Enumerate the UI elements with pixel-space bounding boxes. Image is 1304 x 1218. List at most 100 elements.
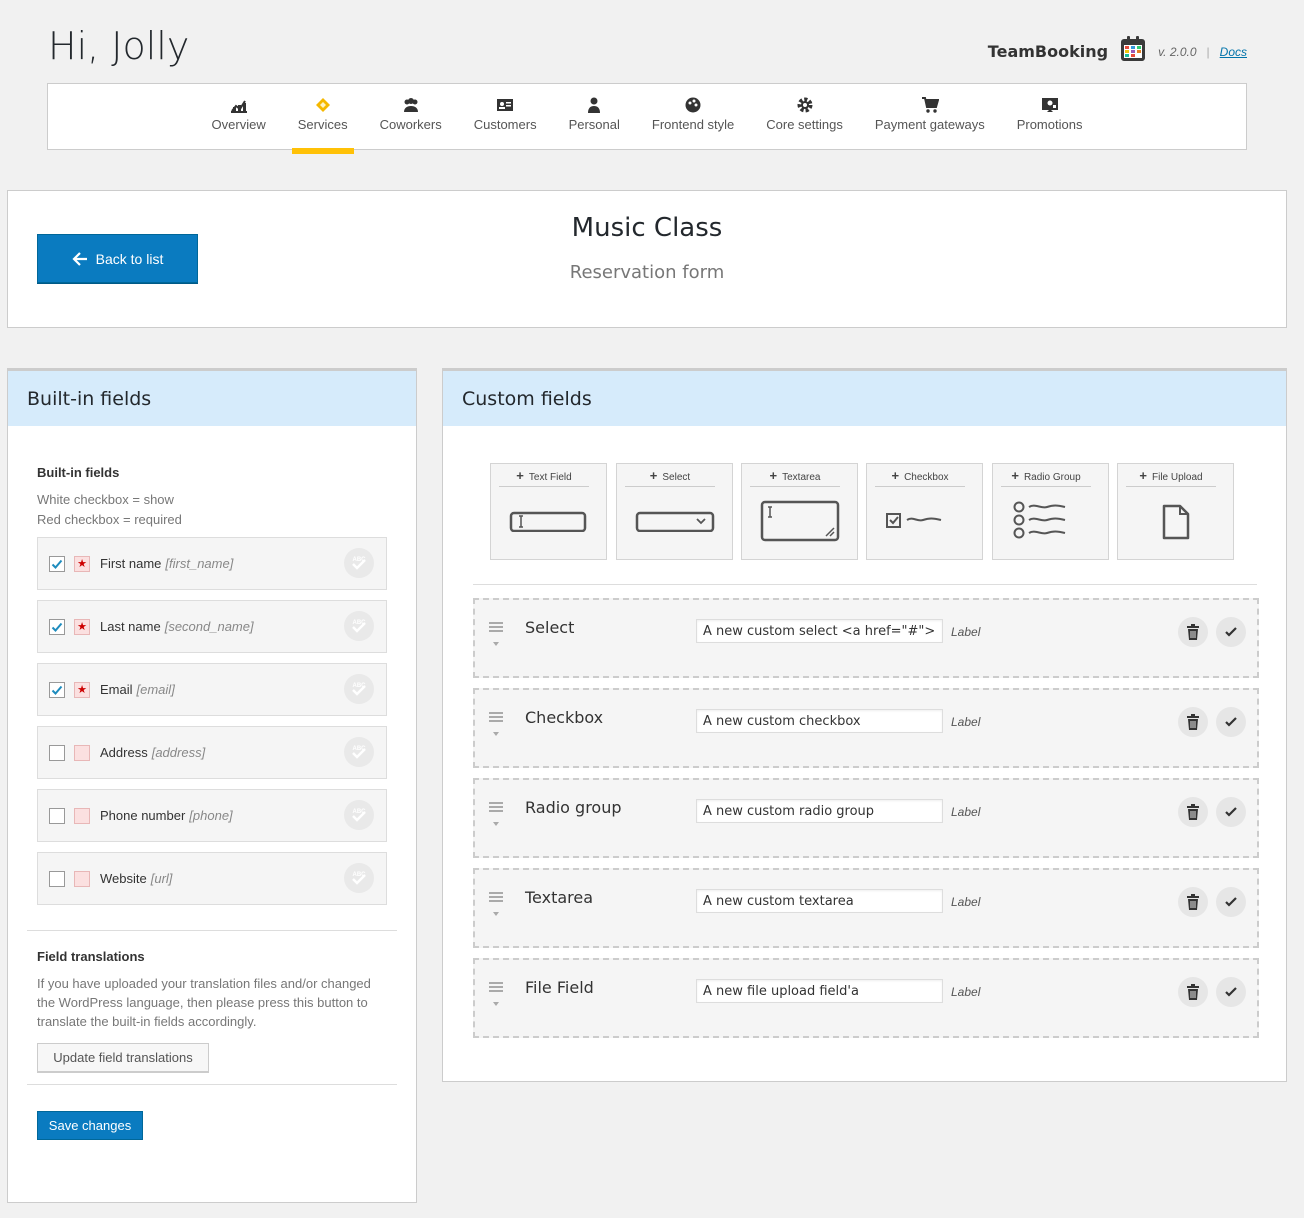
confirm-button[interactable] xyxy=(1216,707,1246,737)
plus-icon: + xyxy=(891,468,900,483)
builtin-section-title: Built-in fields xyxy=(37,465,120,480)
checkmark-icon xyxy=(51,559,63,569)
confirm-button[interactable] xyxy=(1216,887,1246,917)
custom-field-label-input[interactable] xyxy=(696,889,943,913)
tab-coworkers[interactable]: Coworkers xyxy=(364,84,458,149)
custom-field-row: Radio group Label xyxy=(473,778,1259,858)
add-select-button[interactable]: + Select xyxy=(616,463,733,560)
tab-services[interactable]: Services xyxy=(282,84,364,154)
drag-handle-icon[interactable] xyxy=(487,800,505,835)
label-caption: Label xyxy=(951,805,981,819)
delete-button[interactable] xyxy=(1178,887,1208,917)
drag-handle-icon[interactable] xyxy=(487,710,505,745)
custom-field-label-input[interactable] xyxy=(696,979,943,1003)
tab-payment-gateways[interactable]: Payment gateways xyxy=(859,84,1001,149)
tab-core-settings[interactable]: Core settings xyxy=(750,84,859,149)
validation-icon[interactable]: ABC xyxy=(344,548,374,578)
ticket-icon xyxy=(315,98,330,112)
service-title: Music Class xyxy=(571,213,723,243)
label-caption: Label xyxy=(951,715,981,729)
add-checkbox-button[interactable]: + Checkbox xyxy=(866,463,983,560)
required-checkbox[interactable] xyxy=(74,807,90,824)
drag-handle-icon[interactable] xyxy=(487,980,505,1015)
main-nav: Overview Services Coworkers Customers Pe… xyxy=(47,83,1247,154)
tab-personal[interactable]: Personal xyxy=(553,84,636,149)
tab-promotions[interactable]: Promotions xyxy=(1001,84,1099,149)
select-icon xyxy=(635,511,715,532)
custom-fields-panel: Custom fields + Text Field + Select + Texta… xyxy=(442,368,1287,1082)
hint-show: White checkbox = show xyxy=(37,492,174,507)
add-textarea-button[interactable]: + Textarea xyxy=(741,463,858,560)
delete-button[interactable] xyxy=(1178,977,1208,1007)
validation-icon[interactable]: ABC xyxy=(344,800,374,830)
docs-link[interactable]: Docs xyxy=(1220,45,1247,59)
update-translations-button[interactable]: Update field translations xyxy=(37,1043,209,1072)
show-checkbox[interactable] xyxy=(49,555,65,572)
custom-field-row: Select Label xyxy=(473,598,1259,678)
save-changes-button[interactable]: Save changes xyxy=(37,1111,143,1140)
custom-field-title: Radio group xyxy=(525,798,622,817)
custom-field-label-input[interactable] xyxy=(696,799,943,823)
translations-text: If you have uploaded your translation fi… xyxy=(37,976,371,1029)
trash-icon xyxy=(1187,804,1199,820)
builtin-field-label: Email xyxy=(100,682,133,697)
translations-title: Field translations xyxy=(37,949,145,964)
custom-panel-title: Custom fields xyxy=(443,371,1286,426)
tab-overview[interactable]: Overview xyxy=(196,84,282,149)
show-checkbox[interactable] xyxy=(49,807,65,824)
custom-field-row: Checkbox Label xyxy=(473,688,1259,768)
required-checkbox[interactable]: ★ xyxy=(74,681,90,698)
show-checkbox[interactable] xyxy=(49,618,65,635)
drag-handle-icon[interactable] xyxy=(487,620,505,655)
required-checkbox[interactable] xyxy=(74,744,90,761)
tab-frontend-style[interactable]: Frontend style xyxy=(636,84,750,149)
confirm-button[interactable] xyxy=(1216,617,1246,647)
builtin-field-key: [email] xyxy=(136,682,175,697)
confirm-button[interactable] xyxy=(1216,977,1246,1007)
brand-name: TeamBooking xyxy=(987,42,1109,61)
confirm-button[interactable] xyxy=(1216,797,1246,827)
custom-field-label-input[interactable] xyxy=(696,709,943,733)
add-file-upload-button[interactable]: + File Upload xyxy=(1117,463,1234,560)
check-icon xyxy=(1225,627,1237,637)
validation-icon[interactable]: ABC xyxy=(344,674,374,704)
builtin-field-label: Last name xyxy=(100,619,161,634)
builtin-panel-title: Built-in fields xyxy=(8,371,416,426)
tab-label: Overview xyxy=(211,117,266,132)
delete-button[interactable] xyxy=(1178,707,1208,737)
tab-customers[interactable]: Customers xyxy=(458,84,553,149)
tab-label: Customers xyxy=(473,117,537,132)
add-label: + Text Field xyxy=(499,468,589,487)
checkmark-icon xyxy=(51,622,63,632)
show-checkbox[interactable] xyxy=(49,681,65,698)
hint-required: Red checkbox = required xyxy=(37,512,182,527)
add-text-field-button[interactable]: + Text Field xyxy=(490,463,607,560)
delete-button[interactable] xyxy=(1178,617,1208,647)
validation-icon[interactable]: ABC xyxy=(344,611,374,641)
custom-field-title: Checkbox xyxy=(525,708,604,727)
group-icon xyxy=(403,98,418,112)
show-checkbox[interactable] xyxy=(49,744,65,761)
builtin-field-row: Address [address] ABC xyxy=(37,726,387,779)
asterisk-icon: ★ xyxy=(77,557,87,570)
radio-group-icon xyxy=(1013,501,1066,539)
add-radio-group-button[interactable]: + Radio Group xyxy=(992,463,1109,560)
builtin-field-row: ★ Email [email] ABC xyxy=(37,663,387,716)
custom-field-label-input[interactable] xyxy=(696,619,943,643)
builtin-field-label: Phone number xyxy=(100,808,186,823)
checkmark-icon xyxy=(51,685,63,695)
check-icon xyxy=(1225,717,1237,727)
drag-handle-icon[interactable] xyxy=(487,890,505,925)
validation-icon[interactable]: ABC xyxy=(344,863,374,893)
id-card-icon xyxy=(497,99,514,111)
gear-icon xyxy=(797,97,813,113)
show-checkbox[interactable] xyxy=(49,870,65,887)
required-checkbox[interactable] xyxy=(74,870,90,887)
required-checkbox[interactable]: ★ xyxy=(74,618,90,635)
delete-button[interactable] xyxy=(1178,797,1208,827)
custom-field-row: File Field Label xyxy=(473,958,1259,1038)
add-label: + Checkbox xyxy=(875,468,965,487)
required-checkbox[interactable]: ★ xyxy=(74,555,90,572)
validation-icon[interactable]: ABC xyxy=(344,737,374,767)
builtin-field-key: [first_name] xyxy=(165,556,234,571)
